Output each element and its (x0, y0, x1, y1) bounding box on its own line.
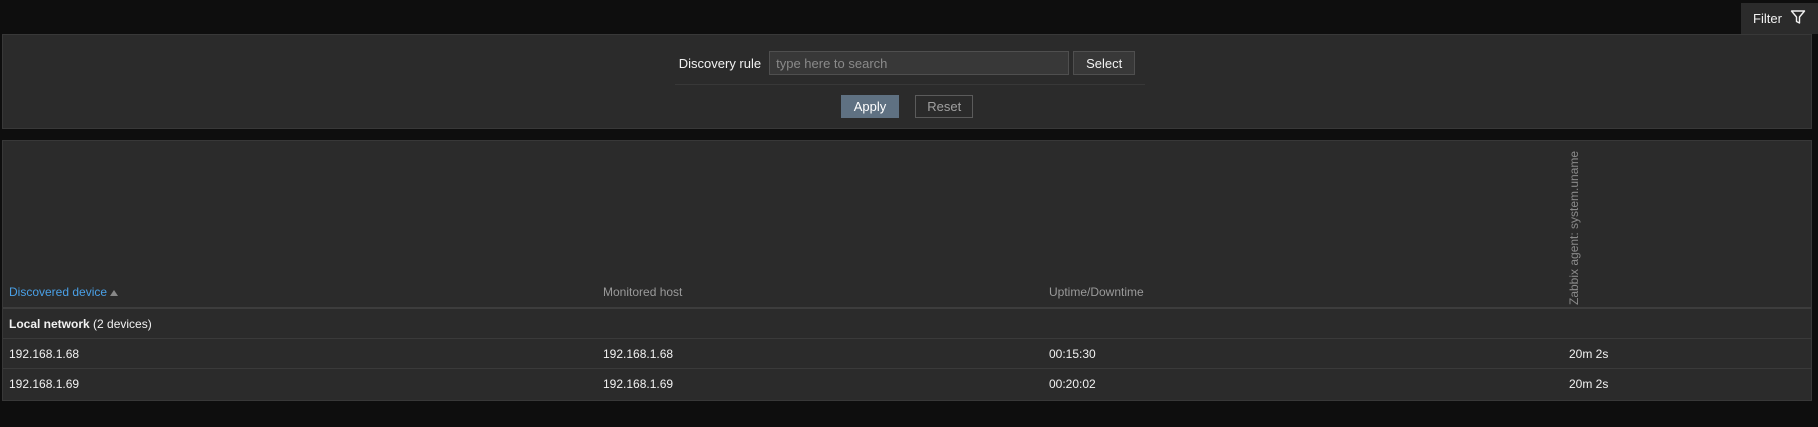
group-name: Local network (9, 317, 90, 331)
filter-tab[interactable]: Filter (1741, 3, 1818, 34)
zabbix-agent-cell: 20m 2s (1569, 377, 1609, 391)
uptime-cell: 00:15:30 (1049, 347, 1096, 361)
discovery-rule-label: Discovery rule (678, 55, 762, 71)
group-count: (2 devices) (93, 317, 152, 331)
filter-tab-label: Filter (1753, 11, 1782, 26)
monitored-host-cell: 192.168.1.68 (603, 347, 674, 361)
discovery-rule-search-input[interactable] (769, 51, 1070, 75)
monitored-host-cell: 192.168.1.69 (603, 377, 674, 391)
table-row: 192.168.1.68 192.168.1.68 00:15:30 20m 2… (3, 339, 1811, 369)
table-row: 192.168.1.69 192.168.1.69 00:20:02 20m 2… (3, 369, 1811, 399)
reset-button[interactable]: Reset (915, 95, 974, 118)
zabbix-agent-cell: 20m 2s (1569, 347, 1609, 361)
discovered-device-header-label: Discovered device (9, 285, 108, 299)
filter-divider (675, 84, 1145, 85)
column-header-zabbix-agent: Zabbix agent: system.uname (1567, 150, 1581, 305)
filter-funnel-icon (1790, 9, 1806, 28)
filter-buttons: Apply Reset (3, 95, 1811, 119)
group-row: Local network (2 devices) (3, 309, 1811, 339)
column-header-discovered-device[interactable]: Discovered device (9, 285, 119, 299)
discovered-device-cell: 192.168.1.69 (9, 377, 80, 391)
group-label: Local network (2 devices) (9, 317, 152, 331)
filter-panel: Discovery rule Select Apply Reset (2, 34, 1812, 129)
column-header-monitored-host: Monitored host (603, 285, 683, 299)
column-header-uptime-downtime: Uptime/Downtime (1049, 285, 1144, 299)
discovered-device-cell: 192.168.1.68 (9, 347, 80, 361)
sort-ascending-icon (110, 289, 119, 296)
discovery-table: Discovered device Monitored host Uptime/… (2, 140, 1812, 401)
apply-button[interactable]: Apply (840, 95, 900, 118)
uptime-cell: 00:20:02 (1049, 377, 1096, 391)
select-button[interactable]: Select (1073, 51, 1136, 75)
discovery-rule-row: Discovery rule Select (3, 50, 1811, 76)
